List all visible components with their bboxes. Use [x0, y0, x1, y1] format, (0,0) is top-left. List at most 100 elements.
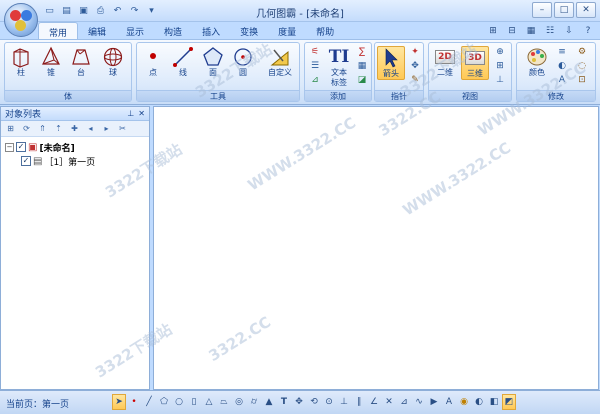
parallel-icon[interactable]: ∥: [352, 394, 366, 410]
minimize-button[interactable]: –: [532, 2, 552, 18]
rotate-icon[interactable]: ⟲: [307, 394, 321, 410]
label-icon[interactable]: A: [442, 394, 456, 410]
add-image-icon[interactable]: ◪: [355, 74, 369, 86]
tab-display[interactable]: 显示: [116, 22, 154, 40]
style-icon[interactable]: ☷: [542, 24, 558, 37]
polygon-icon[interactable]: ⬠: [157, 394, 171, 410]
move-left-icon[interactable]: ◂: [84, 123, 97, 135]
move-right-icon[interactable]: ▸: [100, 123, 113, 135]
color-button[interactable]: 颜色: [523, 46, 551, 78]
intersect-icon[interactable]: ✕: [382, 394, 396, 410]
cut-icon[interactable]: ✂: [116, 123, 129, 135]
tab-measure[interactable]: 度量: [268, 22, 306, 40]
style-icon[interactable]: ◐: [472, 394, 486, 410]
group-add: ⚟ ☰ ⊿ TI 文本标签 ∑ ▦ ◪ 添加: [304, 42, 372, 102]
close-button[interactable]: ✕: [576, 2, 596, 18]
add-table-icon[interactable]: ▦: [355, 60, 369, 72]
app-menu-orb-icon[interactable]: [4, 3, 38, 37]
line-icon: [173, 47, 193, 67]
frustum-icon[interactable]: ⏢: [217, 394, 231, 410]
add-item-icon[interactable]: ✚: [68, 123, 81, 135]
group-label-solids: 体: [5, 90, 131, 101]
collapse-icon[interactable]: −: [5, 142, 14, 152]
color-icon[interactable]: ◉: [457, 394, 471, 410]
trace-icon[interactable]: ∿: [412, 394, 426, 410]
view-small-icons: ⊕ ⊞ ⊥: [493, 46, 507, 86]
text-icon[interactable]: T: [277, 394, 291, 410]
prism-button[interactable]: 柱: [7, 46, 35, 78]
prism-icon[interactable]: ▯: [187, 394, 201, 410]
tree-root[interactable]: − ✓ ▣ [未命名]: [5, 140, 145, 154]
tab-transform[interactable]: 变换: [230, 22, 268, 40]
perpendicular-icon[interactable]: ⊥: [337, 394, 351, 410]
arrow-pointer-button[interactable]: 箭头: [377, 46, 405, 80]
tab-help[interactable]: 帮助: [306, 22, 344, 40]
pyramid-icon[interactable]: △: [202, 394, 216, 410]
tab-insert[interactable]: 插入: [192, 22, 230, 40]
cone-icon[interactable]: ▲: [262, 394, 276, 410]
title-bar: ▭ ▤ ▣ ⎙ ↶ ↷ ▾ 几何图霸 - [未命名] – □ ✕: [0, 0, 600, 22]
move-icon[interactable]: ✥: [292, 394, 306, 410]
sphere-icon: [103, 47, 123, 67]
arrow-cursor-icon[interactable]: ➤: [112, 394, 126, 410]
measure-icon[interactable]: ⊿: [397, 394, 411, 410]
page-icon: ▤: [33, 155, 43, 167]
tree-root-label: [未命名]: [39, 143, 75, 154]
panel-close-icon[interactable]: ✕: [138, 109, 145, 118]
pyramid-button[interactable]: 锥: [37, 46, 65, 78]
group-solids: 柱 锥 台 球 体: [4, 42, 132, 102]
tree-page-item[interactable]: ✓ ▤ ［1］第一页: [5, 154, 145, 168]
grid-icon[interactable]: ⊞: [493, 60, 507, 72]
tab-edit[interactable]: 编辑: [78, 22, 116, 40]
axis-icon[interactable]: ⊥: [493, 74, 507, 86]
add-graph-icon[interactable]: ⚟: [308, 46, 322, 58]
refresh-icon[interactable]: ⟳: [20, 123, 33, 135]
zoom-icon[interactable]: ⊕: [493, 46, 507, 58]
view-2d-icon[interactable]: ◧: [487, 394, 501, 410]
view-3d-icon[interactable]: ◩: [502, 394, 516, 410]
angle-icon[interactable]: ∠: [367, 394, 381, 410]
remove-page-icon[interactable]: ⊟: [504, 24, 520, 37]
point-icon[interactable]: •: [127, 394, 141, 410]
status-toolbar: ➤ • ╱ ⬠ ○ ▯ △ ⏢ ◎ ⌭ ▲ T ✥ ⟲ ⊙ ⊥ ∥ ∠ ✕ ⊿ …: [112, 394, 516, 410]
line-style-icon[interactable]: ≡: [555, 46, 569, 58]
add-page-icon[interactable]: ⊞: [485, 24, 501, 37]
add-small-icons-right: ∑ ▦ ◪: [355, 46, 369, 86]
tab-construct[interactable]: 构造: [154, 22, 192, 40]
window-title: 几何图霸 - [未命名]: [256, 9, 344, 20]
customize-icon[interactable]: ⇩: [561, 24, 577, 37]
point-icon: [150, 53, 156, 59]
add-chart-icon[interactable]: ⊿: [308, 74, 322, 86]
prism-icon: [13, 48, 29, 68]
line-icon[interactable]: ╱: [142, 394, 156, 410]
pin-icon[interactable]: ⊥: [127, 109, 134, 118]
midpoint-icon[interactable]: ⊙: [322, 394, 336, 410]
add-formula-icon[interactable]: ∑: [355, 46, 369, 58]
text-label-button[interactable]: TI 文本标签: [325, 46, 353, 88]
add-list-icon[interactable]: ☰: [308, 60, 322, 72]
maximize-button[interactable]: □: [554, 2, 574, 18]
layout-icon[interactable]: ▦: [523, 24, 539, 37]
sphere-icon[interactable]: ◎: [232, 394, 246, 410]
visibility-checkbox[interactable]: ✓: [21, 156, 31, 166]
tab-common[interactable]: 常用: [38, 22, 79, 40]
point-tool-button[interactable]: 点: [139, 46, 167, 78]
expand-all-icon[interactable]: ⊞: [4, 123, 17, 135]
settings-icon[interactable]: ⚙: [575, 46, 589, 58]
sphere-button[interactable]: 球: [99, 46, 127, 78]
help-icon[interactable]: ?: [580, 24, 596, 37]
cylinder-icon[interactable]: ⌭: [247, 394, 261, 410]
window-controls: – □ ✕: [532, 2, 596, 18]
move-up-icon[interactable]: ⇑: [36, 123, 49, 135]
circle-icon[interactable]: ○: [172, 394, 186, 410]
ribbon: 柱 锥 台 球 体 点 线 面 圆 自定义 工具 ⚟ ☰ ⊿ TI 文本标签 ∑…: [0, 39, 600, 105]
frustum-icon: [72, 49, 90, 65]
select-icon[interactable]: ✦: [408, 46, 422, 58]
frustum-button[interactable]: 台: [67, 46, 95, 78]
visibility-checkbox[interactable]: ✓: [16, 142, 26, 152]
line-tool-button[interactable]: 线: [169, 46, 197, 78]
animate-icon[interactable]: ▶: [427, 394, 441, 410]
pyramid-icon: [42, 46, 60, 65]
move-top-icon[interactable]: ⇡: [52, 123, 65, 135]
ribbon-tabs: 常用 编辑 显示 构造 插入 变换 度量 帮助: [38, 22, 344, 40]
